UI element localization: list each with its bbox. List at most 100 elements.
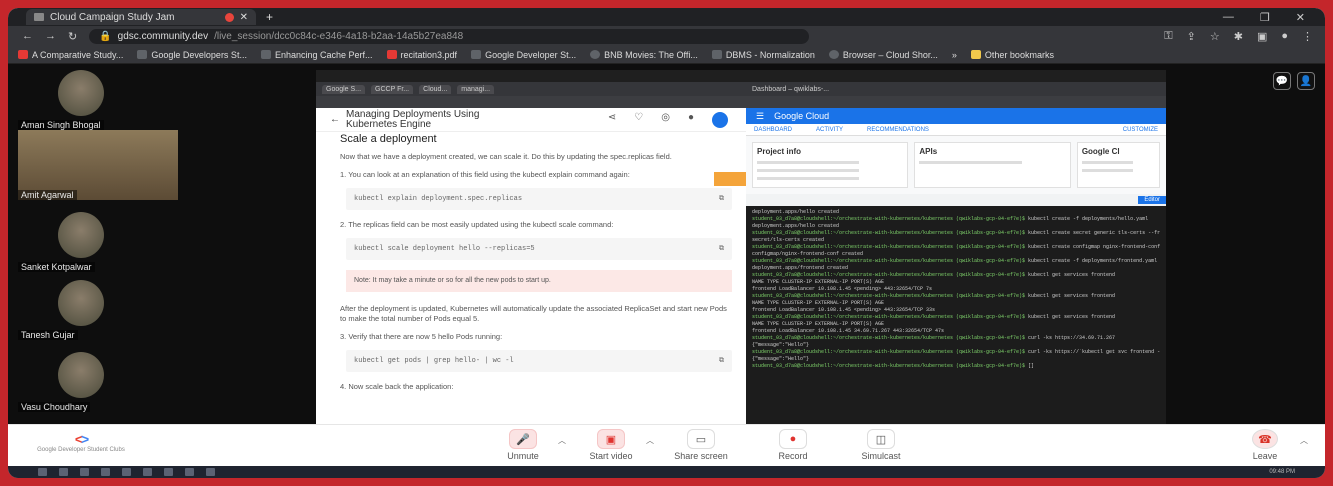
copy-icon[interactable]: ⧉ xyxy=(719,244,724,254)
app-icon[interactable] xyxy=(206,468,215,476)
start-icon[interactable] xyxy=(38,468,47,476)
bookmark-item[interactable]: Browser – Cloud Shor... xyxy=(828,50,938,60)
user-avatar[interactable] xyxy=(712,111,728,128)
share-screen-button[interactable]: ▭ Share screen xyxy=(664,429,738,461)
share-icon[interactable]: ⇪ xyxy=(1187,30,1196,43)
console-browser-tab[interactable]: Dashboard – qwiklabs-... xyxy=(746,82,1166,96)
note-callout: Note: It may take a minute or so for all… xyxy=(346,270,732,292)
start-video-label: Start video xyxy=(589,451,633,461)
bookmark-item[interactable]: Enhancing Cache Perf... xyxy=(260,49,373,60)
gdsc-branding: <> Google Developer Student Clubs xyxy=(26,431,136,453)
chat-icon[interactable]: 💬 xyxy=(1273,72,1291,90)
new-tab-button[interactable]: + xyxy=(266,10,273,24)
copy-icon[interactable]: ⧉ xyxy=(719,194,724,204)
app-icon[interactable] xyxy=(164,468,173,476)
tab-dashboard[interactable]: DASHBOARD xyxy=(754,127,792,133)
tab-recommendations[interactable]: RECOMMENDATIONS xyxy=(867,127,929,133)
app-icon[interactable] xyxy=(185,468,194,476)
profile-icon[interactable]: ● xyxy=(1281,30,1288,43)
participant-tile[interactable]: Vasu Choudhary xyxy=(18,352,178,412)
doc-tab[interactable]: GCCP Fr... xyxy=(371,84,414,94)
bookmark-item[interactable]: Google Developers St... xyxy=(137,50,247,60)
copy-icon[interactable]: ⧉ xyxy=(719,356,724,366)
bookmark-icon[interactable]: ♡ xyxy=(634,112,643,128)
card-apis[interactable]: APIs xyxy=(914,142,1071,188)
browser-tabstrip: Cloud Campaign Study Jam ✕ + — ❐ ✕ xyxy=(8,8,1325,26)
theme-icon[interactable]: ● xyxy=(688,112,694,128)
app-icon[interactable] xyxy=(143,468,152,476)
star-icon[interactable]: ☆ xyxy=(1210,30,1220,43)
participant-tile[interactable]: Amit Agarwal xyxy=(18,130,178,200)
terminal-line: frontend LoadBalancer 10.108.1.45 <pendi… xyxy=(752,286,933,292)
customize-button[interactable]: CUSTOMIZE xyxy=(1123,127,1166,133)
menu-icon[interactable]: ⋮ xyxy=(1302,30,1313,43)
extensions-icon[interactable]: ✱ xyxy=(1234,30,1243,43)
doc-tab[interactable]: managi... xyxy=(457,84,495,94)
simulcast-button[interactable]: ◫ Simulcast xyxy=(844,429,918,461)
lab-title: Managing Deployments Using Kubernetes En… xyxy=(346,108,480,130)
app-icon[interactable] xyxy=(122,468,131,476)
back-arrow-icon[interactable]: ← xyxy=(330,114,340,125)
bookmark-item[interactable]: A Comparative Study... xyxy=(18,50,123,60)
bookmark-item[interactable]: Google Developer St... xyxy=(471,50,576,60)
participant-tile[interactable]: Tanesh Gujar xyxy=(18,280,178,340)
bookmark-label: A Comparative Study... xyxy=(32,49,124,60)
reload-icon[interactable]: ↻ xyxy=(68,30,77,43)
unmute-button[interactable]: 🎤 Unmute ︿ xyxy=(486,429,566,461)
search-icon[interactable] xyxy=(59,468,68,476)
participant-tile[interactable]: Sanket Kotpalwar xyxy=(18,212,178,272)
chevron-up-icon[interactable]: ︿ xyxy=(646,435,654,446)
leave-button[interactable]: ☎ Leave ︿ xyxy=(1228,429,1308,461)
participant-tile[interactable]: Aman Singh Bhogal xyxy=(18,70,178,130)
code-text: kubectl explain deployment.spec.replicas xyxy=(354,195,523,203)
settings-icon[interactable]: ◎ xyxy=(661,112,670,128)
card-project-info[interactable]: Project info xyxy=(752,142,909,188)
chevron-up-icon[interactable]: ︿ xyxy=(558,435,566,446)
share-icon[interactable]: ⋖ xyxy=(608,112,616,128)
browser-tab[interactable]: Cloud Campaign Study Jam ✕ xyxy=(26,9,256,25)
doc-address-bar[interactable] xyxy=(316,96,746,108)
bookmark-item[interactable]: DBMS - Normalization xyxy=(711,50,815,60)
app-icon[interactable] xyxy=(101,468,110,476)
bookmark-favicon-icon xyxy=(137,50,148,59)
bookmark-folder[interactable]: Other bookmarks xyxy=(970,50,1054,60)
simulcast-icon: ◫ xyxy=(867,429,895,449)
forward-icon[interactable]: → xyxy=(45,30,56,42)
tab-activity[interactable]: ACTIVITY xyxy=(816,127,843,133)
participant-name: Tanesh Gujar xyxy=(18,330,78,340)
menu-icon[interactable]: ☰ xyxy=(756,111,764,122)
bookmark-item[interactable]: recitation3.pdf xyxy=(386,50,457,60)
open-editor-button[interactable]: Editor xyxy=(1138,196,1166,204)
browser-actions: ⚿ ⇪ ☆ ✱ ▣ ● ⋮ xyxy=(1164,30,1325,43)
back-icon[interactable]: ← xyxy=(22,30,33,42)
taskview-icon[interactable] xyxy=(80,468,89,476)
bookmark-item[interactable]: BNB Movies: The Offi... xyxy=(590,50,698,60)
avatar xyxy=(58,352,104,398)
close-tab-icon[interactable]: ✕ xyxy=(240,12,248,23)
cloud-shell-terminal[interactable]: deployment.apps/hello created student_03_… xyxy=(746,206,1166,406)
bookmarks-overflow-icon[interactable]: » xyxy=(952,50,957,60)
card-title: Google Cl xyxy=(1081,147,1120,156)
sidebar-icon[interactable]: ▣ xyxy=(1257,30,1267,43)
start-video-button[interactable]: ▣ Start video ︿ xyxy=(574,429,654,461)
terminal-line: student_03_d7a8@cloudshell:~/orchestrate… xyxy=(752,230,1160,236)
os-taskbar: 09:48 PM xyxy=(8,466,1325,478)
close-window-icon[interactable]: ✕ xyxy=(1296,11,1305,24)
doc-tab[interactable]: Cloud... xyxy=(419,84,452,94)
people-icon[interactable]: 👤 xyxy=(1297,72,1315,90)
console-address-bar[interactable] xyxy=(746,96,1166,108)
dashboard-cards: Project info APIs Google Cl xyxy=(746,136,1166,194)
bookmark-label: Enhancing Cache Perf... xyxy=(274,49,373,60)
card-google-cloud[interactable]: Google Cl xyxy=(1076,142,1161,188)
record-button[interactable]: ● Record xyxy=(756,429,830,461)
maximize-icon[interactable]: ❐ xyxy=(1260,11,1270,24)
minimize-icon[interactable]: — xyxy=(1223,11,1234,24)
meeting-toolbar: <> Google Developer Student Clubs 🎤 Unmu… xyxy=(8,424,1325,466)
record-icon: ● xyxy=(779,429,807,449)
doc-tab[interactable]: Google S... xyxy=(322,84,366,94)
url-field[interactable]: 🔒 gdsc.community.dev/live_session/dcc0c8… xyxy=(89,28,810,44)
bookmark-favicon-icon xyxy=(711,50,722,59)
key-icon[interactable]: ⚿ xyxy=(1164,30,1172,43)
chevron-up-icon[interactable]: ︿ xyxy=(1300,435,1308,446)
terminal-line: deployment.apps/hello created xyxy=(752,209,840,215)
